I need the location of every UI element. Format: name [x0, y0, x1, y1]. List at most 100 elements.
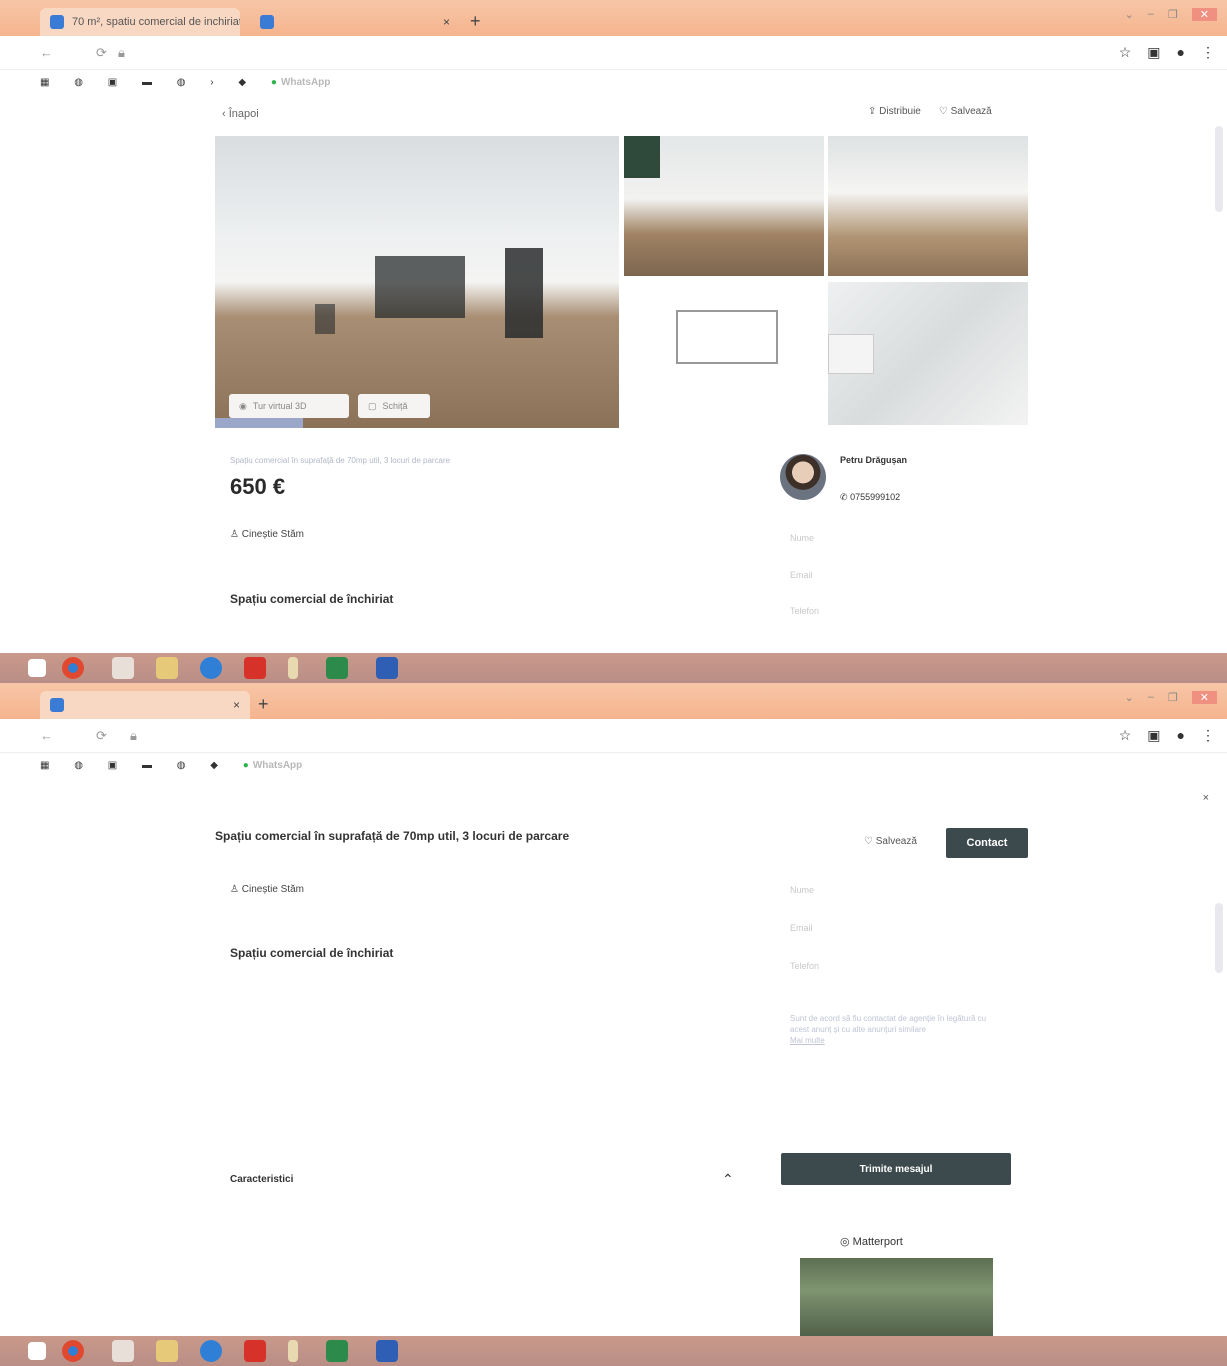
- minimize-icon[interactable]: –: [1148, 8, 1154, 21]
- consent-link[interactable]: Mai multe: [790, 1036, 825, 1045]
- save-button[interactable]: ♡ Salvează: [939, 106, 992, 117]
- listing-actions: ⇪ Distribuie ♡ Salvează: [868, 106, 992, 117]
- taskbar-home[interactable]: [106, 1338, 140, 1364]
- gallery-photo-4[interactable]: [828, 282, 1028, 425]
- back-link[interactable]: ‹ Înapoi: [222, 108, 259, 120]
- bookmark-item[interactable]: ▣: [108, 70, 121, 96]
- new-tab-button[interactable]: +: [258, 695, 269, 713]
- floor-plan-button[interactable]: ▢ Schiță: [358, 394, 430, 418]
- profile-icon[interactable]: ●: [1177, 727, 1185, 744]
- gallery-photo-2[interactable]: [624, 136, 824, 276]
- taskbar-files[interactable]: [150, 1338, 184, 1364]
- bookmark-item[interactable]: ▦: [40, 753, 53, 779]
- browser-tab-second[interactable]: ×: [250, 8, 460, 36]
- chevron-right-icon: ›: [210, 77, 214, 88]
- restore-icon[interactable]: ❐: [1168, 8, 1178, 21]
- gallery-photo-3[interactable]: [828, 136, 1028, 276]
- page-scrollbar[interactable]: [1215, 903, 1223, 973]
- bookmark-item[interactable]: ◍: [74, 753, 87, 779]
- taskbar-excel[interactable]: [320, 655, 360, 681]
- seller-link[interactable]: ♙ Cineștie Stăm: [230, 529, 304, 540]
- globe-icon: ◍: [176, 760, 186, 771]
- close-tab-icon[interactable]: ×: [443, 15, 450, 29]
- chevron-up-icon[interactable]: ⌃: [722, 1171, 734, 1188]
- new-tab-button[interactable]: +: [470, 12, 481, 30]
- matterport-preview[interactable]: [800, 1258, 993, 1338]
- listing-price: 650 €: [230, 474, 286, 499]
- menu-icon[interactable]: ⋮: [1201, 727, 1215, 744]
- close-tab-icon[interactable]: ×: [233, 698, 240, 712]
- folder-icon: [156, 1340, 178, 1362]
- share-button[interactable]: ⇪ Distribuie: [868, 106, 921, 117]
- close-window-icon[interactable]: ✕: [1191, 691, 1217, 704]
- agent-phone[interactable]: ✆ 0755999102: [840, 492, 900, 503]
- back-arrow-icon[interactable]: ←: [40, 45, 53, 60]
- taskbar-app[interactable]: [282, 655, 310, 681]
- gallery-main-photo[interactable]: ◉ Tur virtual 3D ▢ Schiță: [215, 136, 619, 428]
- taskbar-word[interactable]: [370, 655, 410, 681]
- section-title: Spațiu comercial de închiriat: [230, 592, 394, 606]
- bookmark-item[interactable]: ◆: [238, 70, 250, 96]
- taskbar-word[interactable]: [370, 1338, 410, 1364]
- taskbar-pdf[interactable]: [238, 1338, 272, 1364]
- app-icon: [288, 657, 298, 679]
- back-arrow-icon[interactable]: ←: [40, 728, 53, 743]
- bookmark-item[interactable]: ▬: [142, 753, 156, 779]
- contact-button[interactable]: Contact: [946, 828, 1028, 858]
- tab-search-icon[interactable]: ▣: [1147, 44, 1160, 61]
- bookmark-item[interactable]: ◆: [210, 753, 222, 779]
- send-message-button[interactable]: Trimite mesajul: [781, 1153, 1011, 1185]
- taskbar-edge[interactable]: [194, 655, 228, 681]
- reload-icon[interactable]: ⟳: [96, 45, 107, 61]
- bookmark-item[interactable]: ›: [210, 70, 217, 96]
- email-field[interactable]: Email: [790, 923, 813, 933]
- taskbar-pdf[interactable]: [238, 655, 272, 681]
- taskbar-app[interactable]: [282, 1338, 310, 1364]
- excel-icon: [326, 1340, 348, 1362]
- start-icon[interactable]: [28, 1342, 46, 1360]
- browser-tab-listing[interactable]: ×: [40, 691, 250, 719]
- chevron-down-icon[interactable]: ⌄: [1125, 8, 1134, 21]
- bookmark-item-whatsapp[interactable]: ● WhatsApp: [243, 753, 303, 779]
- page-scrollbar[interactable]: [1215, 126, 1223, 212]
- close-icon[interactable]: ×: [1203, 792, 1209, 804]
- reload-icon[interactable]: ⟳: [96, 728, 107, 744]
- menu-icon[interactable]: ⋮: [1201, 44, 1215, 61]
- seller-link[interactable]: ♙ Cineștie Stăm: [230, 884, 304, 895]
- bookmark-item[interactable]: ◍: [177, 70, 190, 96]
- bookmark-item[interactable]: ▬: [142, 70, 156, 96]
- bookmark-item[interactable]: ▣: [108, 753, 121, 779]
- bookmark-item[interactable]: ▦: [40, 70, 53, 96]
- star-icon[interactable]: ☆: [1119, 44, 1132, 61]
- listing-subtitle: Spațiu comercial în suprafață de 70mp ut…: [230, 456, 451, 465]
- phone-field[interactable]: Telefon: [790, 961, 819, 971]
- close-window-icon[interactable]: ✕: [1191, 8, 1217, 21]
- taskbar-excel[interactable]: [320, 1338, 360, 1364]
- minimize-icon[interactable]: –: [1148, 691, 1154, 704]
- restore-icon[interactable]: ❐: [1168, 691, 1178, 704]
- tab-search-icon[interactable]: ▣: [1147, 727, 1160, 744]
- virtual-tour-button[interactable]: ◉ Tur virtual 3D: [229, 394, 349, 418]
- gallery-floor-plan[interactable]: [624, 282, 824, 425]
- name-field[interactable]: Nume: [790, 885, 814, 895]
- globe-icon: ◍: [74, 77, 83, 88]
- phone-field[interactable]: Telefon: [790, 606, 819, 616]
- taskbar-chrome[interactable]: [56, 1338, 96, 1364]
- email-field[interactable]: Email: [790, 570, 813, 580]
- seller-name: Cineștie Stăm: [241, 884, 304, 895]
- start-icon[interactable]: [28, 659, 46, 677]
- name-field[interactable]: Nume: [790, 533, 814, 543]
- taskbar-files[interactable]: [150, 655, 184, 681]
- taskbar-home[interactable]: [106, 655, 140, 681]
- window-controls: ⌄ – ❐ ✕: [1125, 691, 1217, 704]
- profile-icon[interactable]: ●: [1177, 44, 1185, 61]
- bookmark-item[interactable]: ◍: [177, 753, 190, 779]
- taskbar-edge[interactable]: [194, 1338, 228, 1364]
- chevron-down-icon[interactable]: ⌄: [1125, 691, 1134, 704]
- bookmark-item[interactable]: ◍: [74, 70, 87, 96]
- bookmark-item-whatsapp[interactable]: ● WhatsApp: [271, 70, 331, 96]
- taskbar-chrome[interactable]: [56, 655, 96, 681]
- browser-tab-listing[interactable]: 70 m², spatiu comercial de inchiriat ×: [40, 8, 240, 36]
- save-button[interactable]: ♡ Salvează: [864, 836, 917, 847]
- star-icon[interactable]: ☆: [1119, 727, 1132, 744]
